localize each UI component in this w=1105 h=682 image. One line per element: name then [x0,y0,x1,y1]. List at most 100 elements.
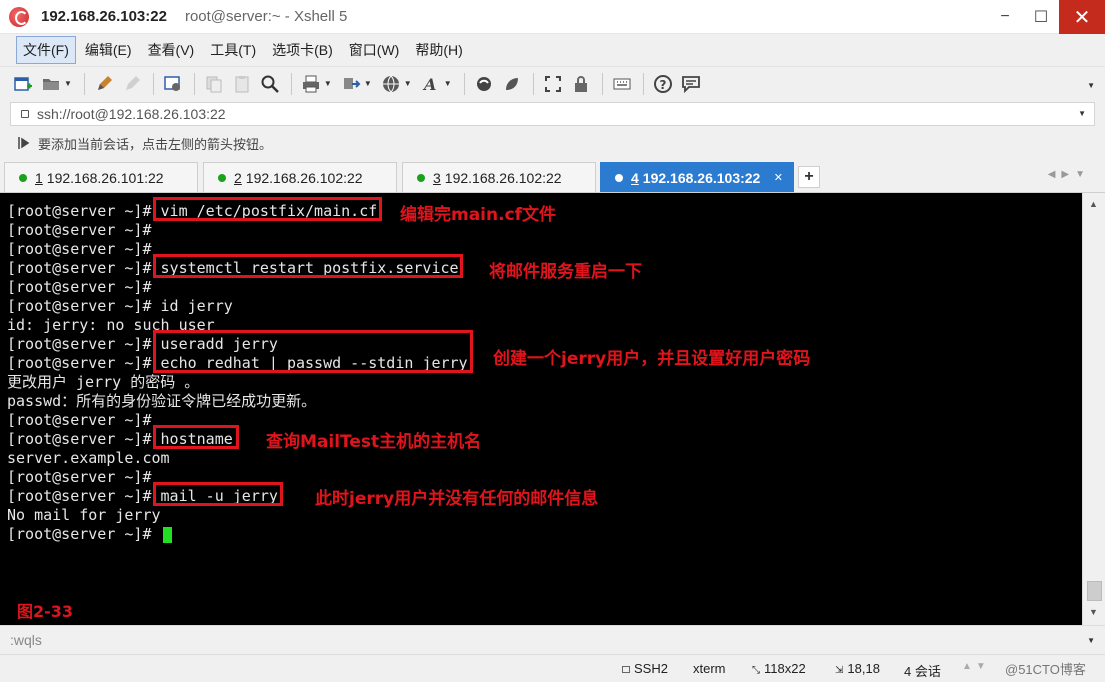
chevron-down-icon[interactable]: ▼ [444,79,452,88]
keyboard-button[interactable] [609,71,635,97]
disconnect-button[interactable] [119,71,145,97]
tab-scroll-arrows-icon[interactable]: ◀▶▼ [1048,169,1091,180]
toolbar: ▼ ▼ ▼ ▼ A ▼ ? ▼ [0,66,1105,100]
title-bar: 192.168.26.103:22 root@server:~ - Xshell… [0,0,1105,34]
keyboard-icon [613,78,631,89]
terminal-scrollbar[interactable]: ▲ ▼ [1082,193,1105,625]
address-bar[interactable]: ssh://root@192.168.26.103:22 ▼ [10,102,1095,126]
bookmark-arrow-icon[interactable] [18,136,30,150]
window-controls: − ☐ ✕ [987,0,1105,34]
highlight-box [153,482,283,506]
minimize-button[interactable]: − [987,0,1023,34]
script-button[interactable] [499,71,525,97]
menu-edit[interactable]: 编辑(E) [78,36,139,64]
compose-bar[interactable]: :wqls ▼ [0,625,1105,653]
toolbar-divider [532,72,534,95]
print-button[interactable] [298,71,324,97]
font-button[interactable]: A [418,71,444,97]
compose-input[interactable]: :wqls [10,632,42,648]
new-session-button[interactable] [10,71,36,97]
open-folder-button[interactable] [38,71,64,97]
copy-button[interactable] [201,71,227,97]
annotation-text: 此时jerry用户并没有任何的邮件信息 [315,489,599,509]
globe-button[interactable] [378,71,404,97]
highlight-box [153,330,473,373]
chevron-down-icon[interactable]: ▼ [64,79,72,88]
paste-button[interactable] [229,71,255,97]
terminal-prompt: [root@server ~]# [7,525,161,543]
toolbar-divider [152,72,154,95]
transfer-icon [343,77,361,89]
help-icon: ? [653,74,672,93]
highlight-box [153,425,239,449]
toolbar-divider [463,72,465,95]
toolbar-divider [193,72,195,95]
terminal-type-status: xterm [693,661,726,676]
tab-number: 3 [433,169,441,186]
session-count-status: 4 会话 [904,664,941,679]
close-button[interactable]: ✕ [1059,0,1105,34]
toolbar-overflow-chevron-icon[interactable]: ▼ [1087,81,1095,90]
status-bar: SSH2 xterm ⤡ 118x22 ⇲ 18,18 4 会话 ▲▼ @51CTO… [0,654,1105,682]
toolbar-divider [83,72,85,95]
protocol-label: SSH2 [634,661,668,676]
reconnect-button[interactable] [91,71,117,97]
tab-number: 2 [234,169,242,186]
menu-tab[interactable]: 选项卡(B) [265,36,340,64]
menu-tools[interactable]: 工具(T) [203,36,263,64]
fullscreen-button[interactable] [540,71,566,97]
menu-view[interactable]: 查看(V) [141,36,202,64]
find-button[interactable] [257,71,283,97]
toolbar-divider [290,72,292,95]
svg-text:A: A [422,75,436,94]
fullscreen-icon [544,75,561,92]
pen-icon [97,75,112,90]
svg-text:?: ? [659,78,666,92]
chevron-down-icon[interactable]: ▼ [364,79,372,88]
properties-button[interactable] [160,71,186,97]
terminal-screen[interactable]: [root@server ~]# vim /etc/postfix/main.c… [0,193,1082,625]
chat-icon [681,75,700,93]
tab-session-3[interactable]: 3 192.168.26.102:22 [402,162,596,192]
lock-button[interactable] [568,71,594,97]
add-tab-button[interactable]: + [798,166,820,188]
new-session-icon [14,76,32,91]
tab-session-2[interactable]: 2 192.168.26.102:22 [203,162,397,192]
chevron-down-icon[interactable]: ▼ [1087,636,1095,645]
address-input[interactable]: ssh://root@192.168.26.103:22 [37,106,226,122]
scrollbar-thumb[interactable] [1087,581,1102,601]
highlight-box [153,197,382,221]
menu-help[interactable]: 帮助(H) [408,36,469,64]
menu-file[interactable]: 文件(F) [16,36,76,64]
annotation-text: 查询MailTest主机的主机名 [266,432,482,452]
tab-close-icon[interactable]: ✕ [774,171,783,184]
terminal-size-status: ⤡ 118x22 [752,661,806,676]
tab-session-4[interactable]: 4 192.168.26.103:22 ✕ [600,162,794,192]
lock-icon [574,75,587,92]
scroll-up-icon[interactable]: ▲ [1089,199,1098,209]
printer-icon [302,75,319,92]
session-nav-arrows-icon[interactable]: ▲▼ [962,661,990,672]
chevron-down-icon[interactable]: ▼ [324,79,332,88]
highlight-box [153,254,463,278]
chat-button[interactable] [678,71,704,97]
xshell-logo-icon [9,6,29,27]
paste-icon [235,75,249,92]
chevron-down-icon[interactable]: ▼ [1078,109,1086,118]
chevron-down-icon[interactable]: ▼ [404,79,412,88]
disconnect-icon [125,75,140,90]
terminal-line: [root@server ~]# [7,468,152,486]
scroll-down-icon[interactable]: ▼ [1089,607,1098,617]
tab-label: 192.168.26.102:22 [444,169,562,186]
help-button[interactable]: ? [650,71,676,97]
transfer-button[interactable] [338,71,364,97]
menu-window[interactable]: 窗口(W) [342,36,407,64]
tab-number: 1 [35,169,43,186]
maximize-button[interactable]: ☐ [1023,0,1059,34]
tab-session-1[interactable]: 1 192.168.26.101:22 [4,162,198,192]
toolbar-divider [642,72,644,95]
xftp-button[interactable] [471,71,497,97]
font-icon: A [422,75,436,94]
tab-label: 192.168.26.102:22 [245,169,363,186]
resize-icon: ⤡ [752,665,760,676]
